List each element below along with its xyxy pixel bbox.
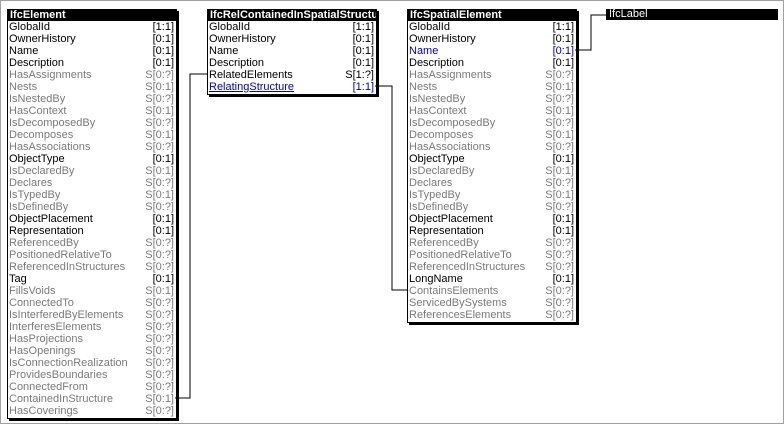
relationship-lines <box>175 14 606 399</box>
link-name-ifclabel <box>575 14 606 51</box>
link-relating-structure <box>375 85 408 291</box>
link-contained-in-structure <box>175 73 208 399</box>
